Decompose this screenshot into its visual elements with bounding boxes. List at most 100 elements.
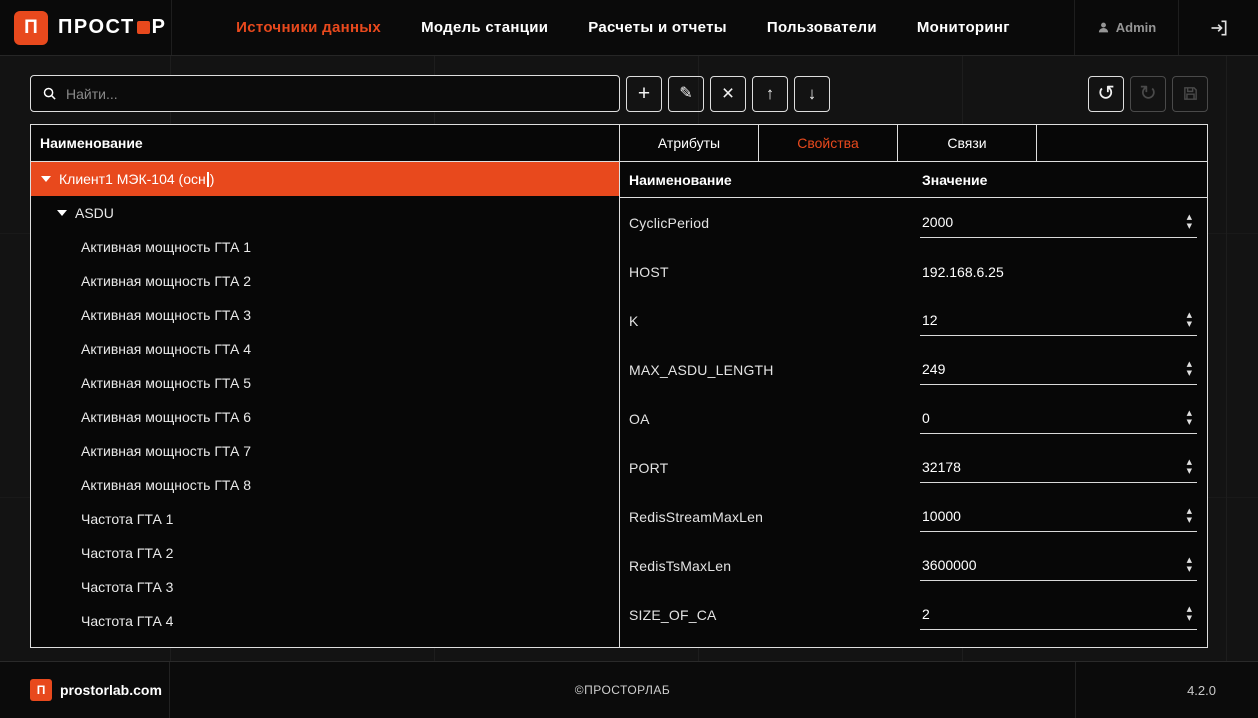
nav-item-station-model[interactable]: Модель станции [421, 19, 548, 36]
property-value-field[interactable]: 12▲▼ [920, 306, 1197, 336]
property-value-field[interactable]: 2000▲ ▼ [920, 208, 1197, 238]
property-value-field[interactable]: 2▲ ▼ [920, 600, 1197, 630]
tree-item[interactable]: Активная мощность ГТА 1 [31, 230, 619, 264]
tree-item[interactable]: Частота ГТА 3 [31, 570, 619, 604]
add-button[interactable]: + [626, 76, 662, 112]
property-value[interactable]: 2000 [920, 214, 1185, 230]
stepper-up-icon[interactable]: ▲ [1185, 557, 1194, 564]
properties-table-header: Наименование Значение [620, 162, 1207, 198]
tab-attributes[interactable]: Атрибуты [620, 125, 759, 161]
stepper-down-icon[interactable]: ▼ [1185, 517, 1194, 524]
nav-item-calculations-reports[interactable]: Расчеты и отчеты [588, 19, 727, 36]
property-value[interactable]: 2 [920, 606, 1185, 622]
property-value[interactable]: 3600000 [920, 557, 1185, 573]
property-row: OA0▲▼ [620, 394, 1207, 443]
tree-item[interactable]: Активная мощность ГТА 3 [31, 298, 619, 332]
save-button[interactable] [1172, 76, 1208, 112]
stepper-up-icon[interactable]: ▲ [1185, 508, 1194, 515]
property-value-field[interactable]: 192.168.6.25 [920, 257, 1197, 287]
tree-item[interactable]: Активная мощность ГТА 8 [31, 468, 619, 502]
stepper-up-icon[interactable]: ▲ [1185, 361, 1194, 368]
stepper-up-icon[interactable]: ▲ [1185, 214, 1194, 221]
undo-icon: ↺ [1097, 83, 1115, 104]
main-nav: Источники данных Модель станции Расчеты и … [172, 0, 1074, 55]
nav-item-data-sources[interactable]: Источники данных [236, 19, 381, 36]
move-down-button[interactable]: ↓ [794, 76, 830, 112]
property-name: HOST [620, 264, 920, 280]
tree-item[interactable]: Частота ГТА 4 [31, 604, 619, 638]
tree-item[interactable]: Частота ГТА 2 [31, 536, 619, 570]
main-content: Наименование Клиент1 МЭК-104 (осн)ASDUАк… [30, 124, 1208, 648]
property-value-field[interactable]: 3600000▲▼ [920, 551, 1197, 581]
property-value[interactable]: 32178 [920, 459, 1185, 475]
property-value-field[interactable]: 10000▲ ▼ [920, 502, 1197, 532]
caret-down-icon[interactable] [41, 176, 51, 182]
user-name: Admin [1116, 20, 1156, 35]
property-value[interactable]: 10000 [920, 508, 1185, 524]
nav-item-monitoring[interactable]: Мониторинг [917, 19, 1010, 36]
edit-button[interactable]: ✎ [668, 76, 704, 112]
stepper-up-icon[interactable]: ▲ [1185, 459, 1194, 466]
tree-item[interactable]: Активная мощность ГТА 6 [31, 400, 619, 434]
move-up-button[interactable]: ↑ [752, 76, 788, 112]
stepper-down-icon[interactable]: ▼ [1185, 419, 1194, 426]
property-value[interactable]: 0 [920, 410, 1185, 426]
app-header: П ПРОСТ Р Источники данныхМодель станции… [0, 0, 1258, 56]
stepper-down-icon[interactable]: ▼ [1185, 321, 1194, 328]
property-row: K12▲▼ [620, 296, 1207, 345]
stepper-up-icon[interactable]: ▲ [1185, 606, 1194, 613]
property-value[interactable]: 12 [920, 312, 1185, 328]
footer-copyright: ©ПРОСТОРЛАБ [170, 662, 1075, 718]
search-input[interactable] [66, 86, 608, 102]
number-stepper: ▲▼ [1185, 557, 1197, 573]
brand-wordmark: ПРОСТ Р [58, 16, 167, 39]
caret-down-icon[interactable] [57, 210, 67, 216]
brand-square-icon [137, 21, 150, 34]
tab-properties[interactable]: Свойства [759, 125, 898, 161]
tree-item[interactable]: Активная мощность ГТА 5 [31, 366, 619, 400]
property-row: MAX_ASDU_LENGTH249▲ ▼ [620, 345, 1207, 394]
stepper-down-icon[interactable]: ▼ [1185, 468, 1194, 475]
user-menu[interactable]: Admin [1074, 0, 1178, 55]
property-value[interactable]: 249 [920, 361, 1185, 377]
property-value[interactable]: 192.168.6.25 [920, 264, 1197, 280]
property-row: HOST192.168.6.25 [620, 247, 1207, 296]
stepper-down-icon[interactable]: ▼ [1185, 370, 1194, 377]
user-icon [1097, 21, 1110, 34]
plus-icon: + [638, 83, 650, 104]
stepper-down-icon[interactable]: ▼ [1185, 223, 1194, 230]
logout-button[interactable] [1178, 0, 1258, 55]
footer-site-link[interactable]: prostorlab.com [60, 682, 162, 698]
tab-links[interactable]: Связи [898, 125, 1037, 161]
property-value-field[interactable]: 0▲ ▼ [920, 404, 1197, 434]
stepper-down-icon[interactable]: ▼ [1185, 566, 1194, 573]
property-value-field[interactable]: 32178▲ ▼ [920, 453, 1197, 483]
tree-item[interactable]: Активная мощность ГТА 4 [31, 332, 619, 366]
tree-item[interactable]: Активная мощность ГТА 7 [31, 434, 619, 468]
tree-item[interactable]: Активная мощность ГТА 2 [31, 264, 619, 298]
footer-logo-icon: П [30, 679, 52, 701]
delete-button[interactable]: × [710, 76, 746, 112]
toolbar-left-buttons: + ✎ × ↑↓ [626, 76, 830, 112]
stepper-up-icon[interactable]: ▲ [1185, 410, 1194, 417]
property-name: K [620, 313, 920, 329]
stepper-up-icon[interactable]: ▲ [1185, 312, 1194, 319]
properties-list: CyclicPeriod2000▲▼HOST192.168.6.25K12▲▼M… [620, 198, 1207, 647]
tree-header: Наименование [31, 125, 619, 162]
search-box[interactable] [30, 75, 620, 112]
property-row: SIZE_OF_CA2▲▼ [620, 590, 1207, 639]
property-name: PORT [620, 460, 920, 476]
tree-item-root[interactable]: Клиент1 МЭК-104 (осн) [31, 162, 619, 196]
nav-item-users[interactable]: Пользователи [767, 19, 877, 36]
tree-panel: Наименование Клиент1 МЭК-104 (осн)ASDUАк… [30, 124, 620, 648]
undo-button[interactable]: ↺ [1088, 76, 1124, 112]
tree-item[interactable]: Частота ГТА 1 [31, 502, 619, 536]
x-icon: × [722, 83, 734, 104]
properties-panel: АтрибутыСвойстваСвязи Наименование Значе… [620, 124, 1208, 648]
property-value-field[interactable]: 249▲ ▼ [920, 355, 1197, 385]
property-name: MAX_ASDU_LENGTH [620, 362, 920, 378]
redo-button[interactable]: ↻ [1130, 76, 1166, 112]
number-stepper: ▲▼ [1185, 312, 1197, 328]
tree-item-group[interactable]: ASDU [31, 196, 619, 230]
stepper-down-icon[interactable]: ▼ [1185, 615, 1194, 622]
